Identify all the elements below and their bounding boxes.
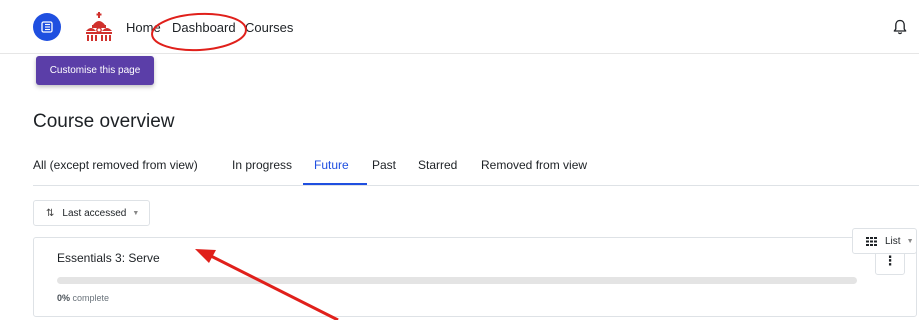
top-navbar: Home Dashboard Courses xyxy=(0,0,919,54)
grid-icon xyxy=(866,236,877,246)
tab-past[interactable]: Past xyxy=(372,158,396,172)
tab-in-progress[interactable]: In progress xyxy=(232,158,292,172)
nav-link-dashboard[interactable]: Dashboard xyxy=(172,20,236,35)
drawer-toggle-icon xyxy=(41,21,53,33)
bell-icon[interactable] xyxy=(891,18,909,36)
sort-ascending-icon: ⇅ xyxy=(46,207,55,219)
progress-suffix: complete xyxy=(70,293,110,303)
chevron-down-icon: ▼ xyxy=(132,209,140,217)
nav-link-home[interactable]: Home xyxy=(126,20,161,35)
drawer-toggle-button[interactable] xyxy=(33,13,61,41)
sort-dropdown[interactable]: ⇅ Last accessed ▼ xyxy=(33,200,150,226)
active-tab-indicator xyxy=(303,183,367,185)
cathedral-logo-icon[interactable] xyxy=(83,11,115,43)
tab-future[interactable]: Future xyxy=(314,158,349,172)
tab-starred[interactable]: Starred xyxy=(418,158,457,172)
course-progress-text: 0% complete xyxy=(57,293,109,303)
course-filter-tabs: All (except removed from view) In progre… xyxy=(33,152,919,186)
page-title: Course overview xyxy=(33,111,175,132)
progress-percent: 0% xyxy=(57,293,71,303)
sort-label: Last accessed xyxy=(62,207,127,219)
nav-link-courses[interactable]: Courses xyxy=(245,20,293,35)
course-progress-bar xyxy=(57,277,857,284)
course-name-link[interactable]: Essentials 3: Serve xyxy=(57,251,160,265)
vertical-dots-icon: ⋮ xyxy=(883,253,897,268)
course-card: Essentials 3: Serve 0% complete ⋮ xyxy=(33,237,917,317)
view-dropdown[interactable]: List ▼ xyxy=(852,228,917,254)
tab-all[interactable]: All (except removed from view) xyxy=(33,158,198,172)
customise-page-button[interactable]: Customise this page xyxy=(36,56,154,85)
chevron-down-icon: ▼ xyxy=(906,237,914,245)
view-label: List xyxy=(885,235,901,247)
tab-removed[interactable]: Removed from view xyxy=(481,158,587,172)
